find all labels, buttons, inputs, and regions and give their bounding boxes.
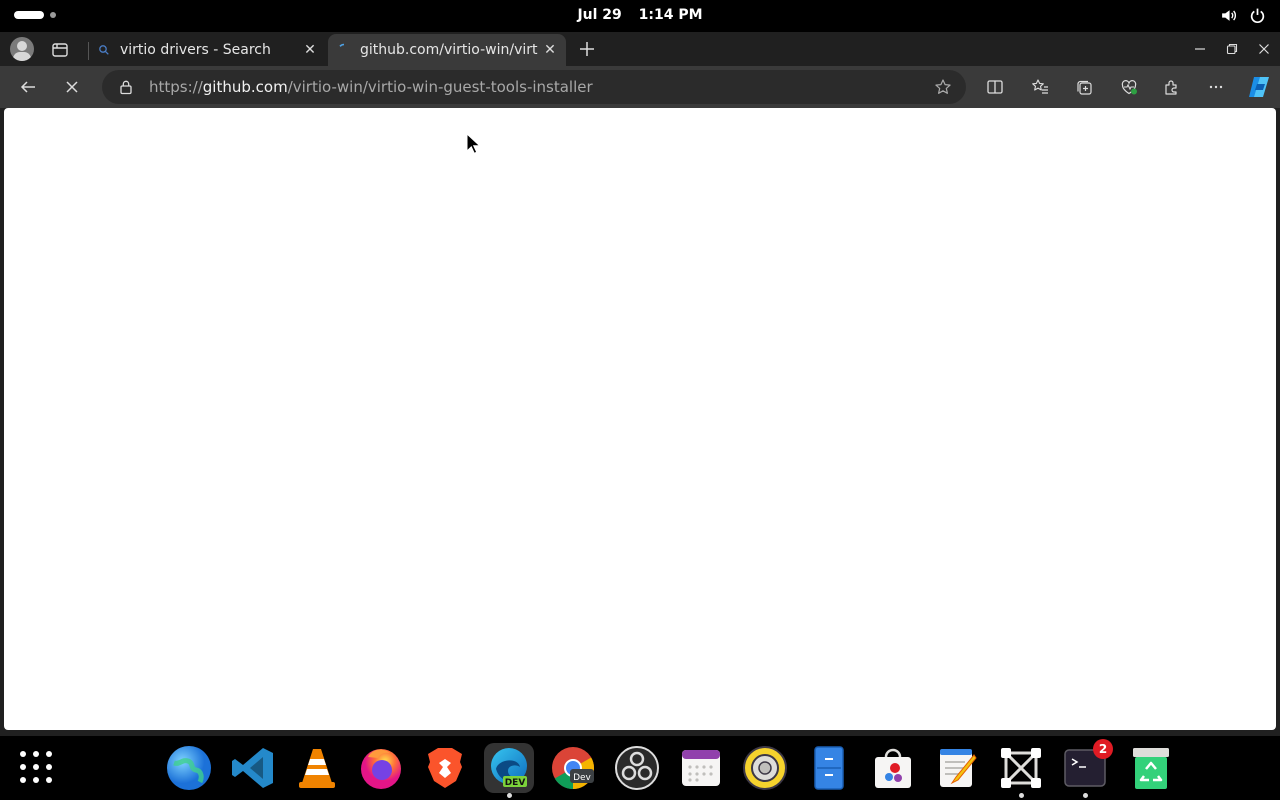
volume-icon[interactable]: [1220, 7, 1237, 24]
dock-trash[interactable]: [1126, 743, 1176, 793]
close-window-button[interactable]: [1248, 32, 1280, 66]
clock-date: Jul 29: [577, 7, 622, 23]
tab-title: virtio drivers - Search: [120, 42, 271, 58]
star-icon[interactable]: [934, 78, 952, 96]
dock-web-browser[interactable]: [164, 743, 214, 793]
tab-actions-icon[interactable]: [50, 40, 70, 60]
stop-loading-button[interactable]: [60, 75, 84, 99]
url-text: https://github.com/virtio-win/virtio-win…: [149, 78, 593, 96]
speaker-icon: [743, 746, 787, 790]
stop-icon: [66, 81, 78, 93]
dock-files[interactable]: [804, 743, 854, 793]
search-icon: [96, 42, 112, 58]
more-icon: [1209, 85, 1223, 89]
address-bar[interactable]: https://github.com/virtio-win/virtio-win…: [102, 70, 966, 104]
collections-icon: [1077, 80, 1092, 95]
collections-button[interactable]: [1072, 75, 1096, 99]
text-editor-icon: [940, 749, 977, 787]
browser-essentials-button[interactable]: [1117, 75, 1141, 99]
split-screen-button[interactable]: [983, 75, 1007, 99]
vlc-icon: [299, 749, 335, 788]
dock: DEV Dev 2: [0, 736, 1280, 800]
minimize-button[interactable]: [1184, 32, 1216, 66]
extensions-button[interactable]: [1160, 75, 1184, 99]
trash-icon: [1133, 748, 1169, 789]
dock-text-editor[interactable]: [932, 743, 982, 793]
dock-chrome-dev[interactable]: Dev: [548, 743, 598, 793]
browser-toolbar: https://github.com/virtio-win/virtio-win…: [0, 66, 1280, 108]
back-icon: [20, 81, 35, 93]
new-tab-icon[interactable]: [576, 38, 598, 60]
shopping-bag-icon: [875, 748, 911, 788]
dock-edge-dev[interactable]: DEV: [484, 743, 534, 798]
show-apps-button[interactable]: [20, 751, 52, 783]
page-viewport[interactable]: [4, 108, 1276, 730]
extensions-icon: [1165, 80, 1177, 95]
close-icon[interactable]: ✕: [298, 38, 322, 62]
edge-dev-label: DEV: [505, 778, 526, 788]
boxes-icon: [1001, 748, 1041, 788]
more-button[interactable]: [1204, 75, 1228, 99]
copilot-button[interactable]: [1245, 73, 1273, 101]
tab-title: github.com/virtio-win/virtio-win-guest-t…: [360, 42, 538, 58]
browser-essentials-icon: [1121, 80, 1137, 95]
dock-firefox[interactable]: [356, 743, 406, 793]
clock-time: 1:14 PM: [638, 7, 703, 23]
favorites-button[interactable]: [1028, 75, 1052, 99]
url-path: /virtio-win/virtio-win-guest-tools-insta…: [287, 78, 593, 96]
file-cabinet-icon: [814, 746, 844, 790]
running-indicator: [1019, 793, 1024, 798]
dock-vscode[interactable]: [228, 743, 278, 793]
power-icon[interactable]: [1249, 7, 1266, 24]
globe-icon: [167, 746, 211, 790]
running-indicator: [1083, 793, 1088, 798]
system-top-bar: Jul 29 1:14 PM: [0, 0, 1280, 32]
url-scheme: https://: [149, 78, 203, 96]
profile-avatar[interactable]: [10, 37, 34, 61]
dock-obs[interactable]: [612, 743, 662, 793]
close-icon[interactable]: ✕: [538, 38, 562, 62]
url-host: github.com: [202, 78, 288, 96]
browser-window: virtio drivers - Search ✕ github.com/vir…: [0, 32, 1280, 736]
running-indicator: [507, 793, 512, 798]
loading-icon: [336, 42, 352, 58]
firefox-icon: [361, 749, 401, 789]
copilot-icon: [1249, 77, 1269, 97]
chrome-dev-label: Dev: [573, 773, 591, 783]
vscode-icon: [232, 748, 273, 788]
brave-icon: [428, 748, 462, 788]
calendar-icon: [682, 750, 720, 786]
dock-terminal[interactable]: 2: [1060, 739, 1113, 798]
split-screen-icon: [987, 80, 1003, 94]
obs-icon: [615, 746, 659, 790]
lock-icon[interactable]: [118, 79, 134, 95]
dock-brave[interactable]: [420, 743, 470, 793]
clock[interactable]: Jul 29 1:14 PM: [0, 7, 1280, 23]
tab-github[interactable]: github.com/virtio-win/virtio-win-guest-t…: [328, 34, 566, 66]
mouse-cursor-icon: [466, 133, 480, 154]
tab-search[interactable]: virtio drivers - Search ✕: [88, 34, 326, 66]
dock-rhythmbox[interactable]: [740, 743, 790, 793]
tab-strip: virtio drivers - Search ✕ github.com/vir…: [0, 32, 1280, 66]
notification-badge: 2: [1093, 739, 1113, 759]
chrome-dev-icon: Dev: [552, 747, 595, 789]
dock-calendar[interactable]: [676, 743, 726, 793]
back-button[interactable]: [16, 75, 40, 99]
dock-vlc[interactable]: [292, 743, 342, 793]
dock-software[interactable]: [868, 743, 918, 793]
edge-dev-icon: DEV: [491, 748, 527, 788]
dock-boxes[interactable]: [996, 743, 1046, 798]
favorites-icon: [1032, 79, 1048, 94]
restore-button[interactable]: [1216, 32, 1248, 66]
